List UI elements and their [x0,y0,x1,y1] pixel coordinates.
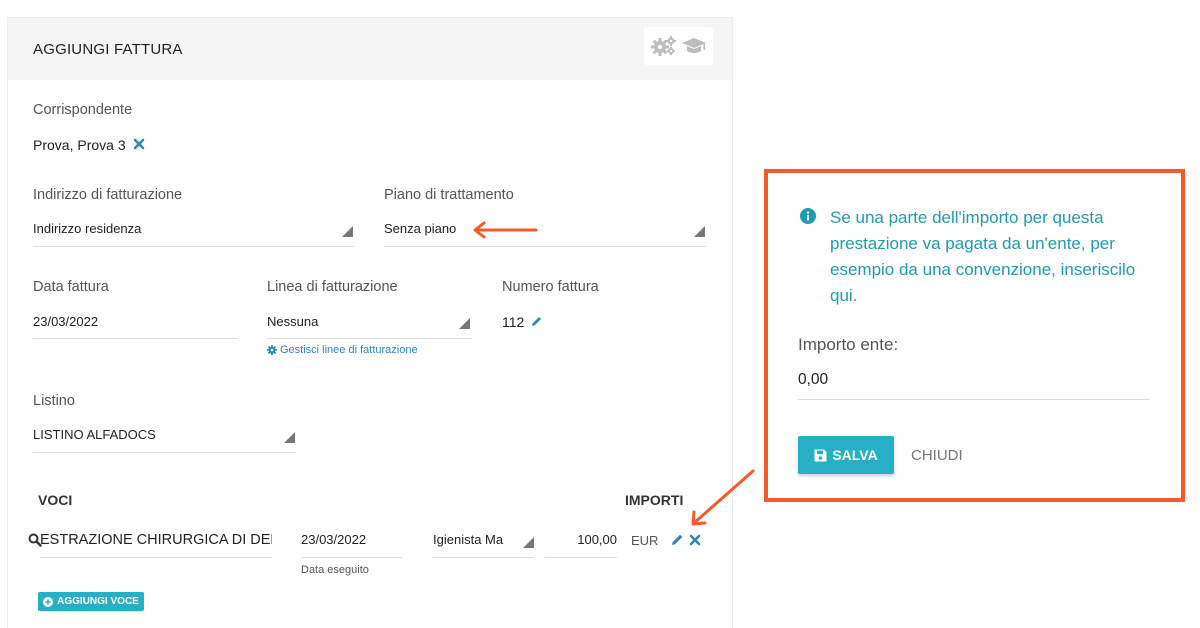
voce-currency: EUR [631,533,659,548]
save-button[interactable]: SALVA [798,436,894,474]
graduation-cap-icon[interactable] [681,36,707,56]
linea-select[interactable]: Nessuna [267,314,318,329]
numero-value: 112 [502,314,525,330]
indirizzo-label: Indirizzo di fatturazione [33,187,183,203]
close-button[interactable]: CHIUDI [911,447,963,464]
data-fattura-label: Data fattura [33,279,109,295]
importo-ente-input[interactable]: 0,00 [798,371,828,389]
remove-corrispondente-icon[interactable] [133,138,145,150]
data-fattura-input[interactable]: 23/03/2022 [33,314,98,329]
importo-ente-callout: Se una parte dell'importo per questa pre… [764,169,1185,502]
listino-label: Listino [33,393,75,409]
indirizzo-underline [33,246,354,247]
info-text: Se una parte dell'importo per questa pre… [830,208,1136,305]
edit-numero-icon[interactable] [530,315,543,328]
gear-icon [267,345,277,355]
edit-voce-icon[interactable] [670,532,685,547]
linea-underline [267,338,472,339]
piano-caret-icon[interactable] [694,226,705,237]
voce-operator-caret-icon[interactable] [523,537,534,548]
info-icon [800,208,816,224]
voce-description-input[interactable]: ESTRAZIONE CHIRURGICA DI DEN [40,532,272,548]
corrispondente-label: Corrispondente [33,102,133,118]
voce-description-underline [40,557,272,558]
page-title: AGGIUNGI FATTURA [33,41,183,58]
importo-ente-underline [798,399,1150,400]
voce-date-underline [301,557,402,558]
voce-date-input[interactable]: 23/03/2022 [301,532,366,547]
listino-select[interactable]: LISTINO ALFADOCS [33,427,156,442]
voce-amount-underline [545,557,617,558]
gears-icon[interactable] [650,35,678,57]
linea-caret-icon[interactable] [459,318,470,329]
floppy-disk-icon [814,449,827,461]
data-fattura-underline [33,338,238,339]
listino-underline [33,452,296,453]
piano-label: Piano di trattamento [384,187,514,203]
remove-voce-icon[interactable] [689,534,701,546]
annotation-arrow-edit [691,469,755,526]
save-label: SALVA [832,447,878,463]
voce-operator-underline [433,557,534,558]
add-voce-button[interactable]: AGGIUNGI VOCE [38,592,144,611]
indirizzo-select[interactable]: Indirizzo residenza [33,221,141,236]
voce-operator-select[interactable]: Igienista Ma [433,532,505,547]
voce-amount-input[interactable]: 100,00 [545,532,617,547]
piano-select[interactable]: Senza piano [384,221,456,236]
manage-billing-lines-label: Gestisci linee di fatturazione [280,344,418,356]
manage-billing-lines-link[interactable]: Gestisci linee di fatturazione [267,344,418,356]
listino-caret-icon[interactable] [284,432,295,443]
plus-circle-icon [43,596,54,607]
numero-label: Numero fattura [502,279,599,295]
add-voce-label: AGGIUNGI VOCE [57,596,139,607]
corrispondente-value: Prova, Prova 3 [33,137,126,153]
piano-underline [384,246,706,247]
importo-ente-label: Importo ente: [798,335,899,354]
voce-date-label: Data eseguito [301,564,369,576]
importi-title: IMPORTI [625,492,684,508]
header-tools[interactable] [644,27,713,65]
annotation-arrow-piano [473,221,538,239]
indirizzo-caret-icon[interactable] [342,226,353,237]
linea-label: Linea di fatturazione [267,279,398,295]
voci-title: VOCI [38,492,73,508]
panel-header: AGGIUNGI FATTURA [8,18,732,80]
